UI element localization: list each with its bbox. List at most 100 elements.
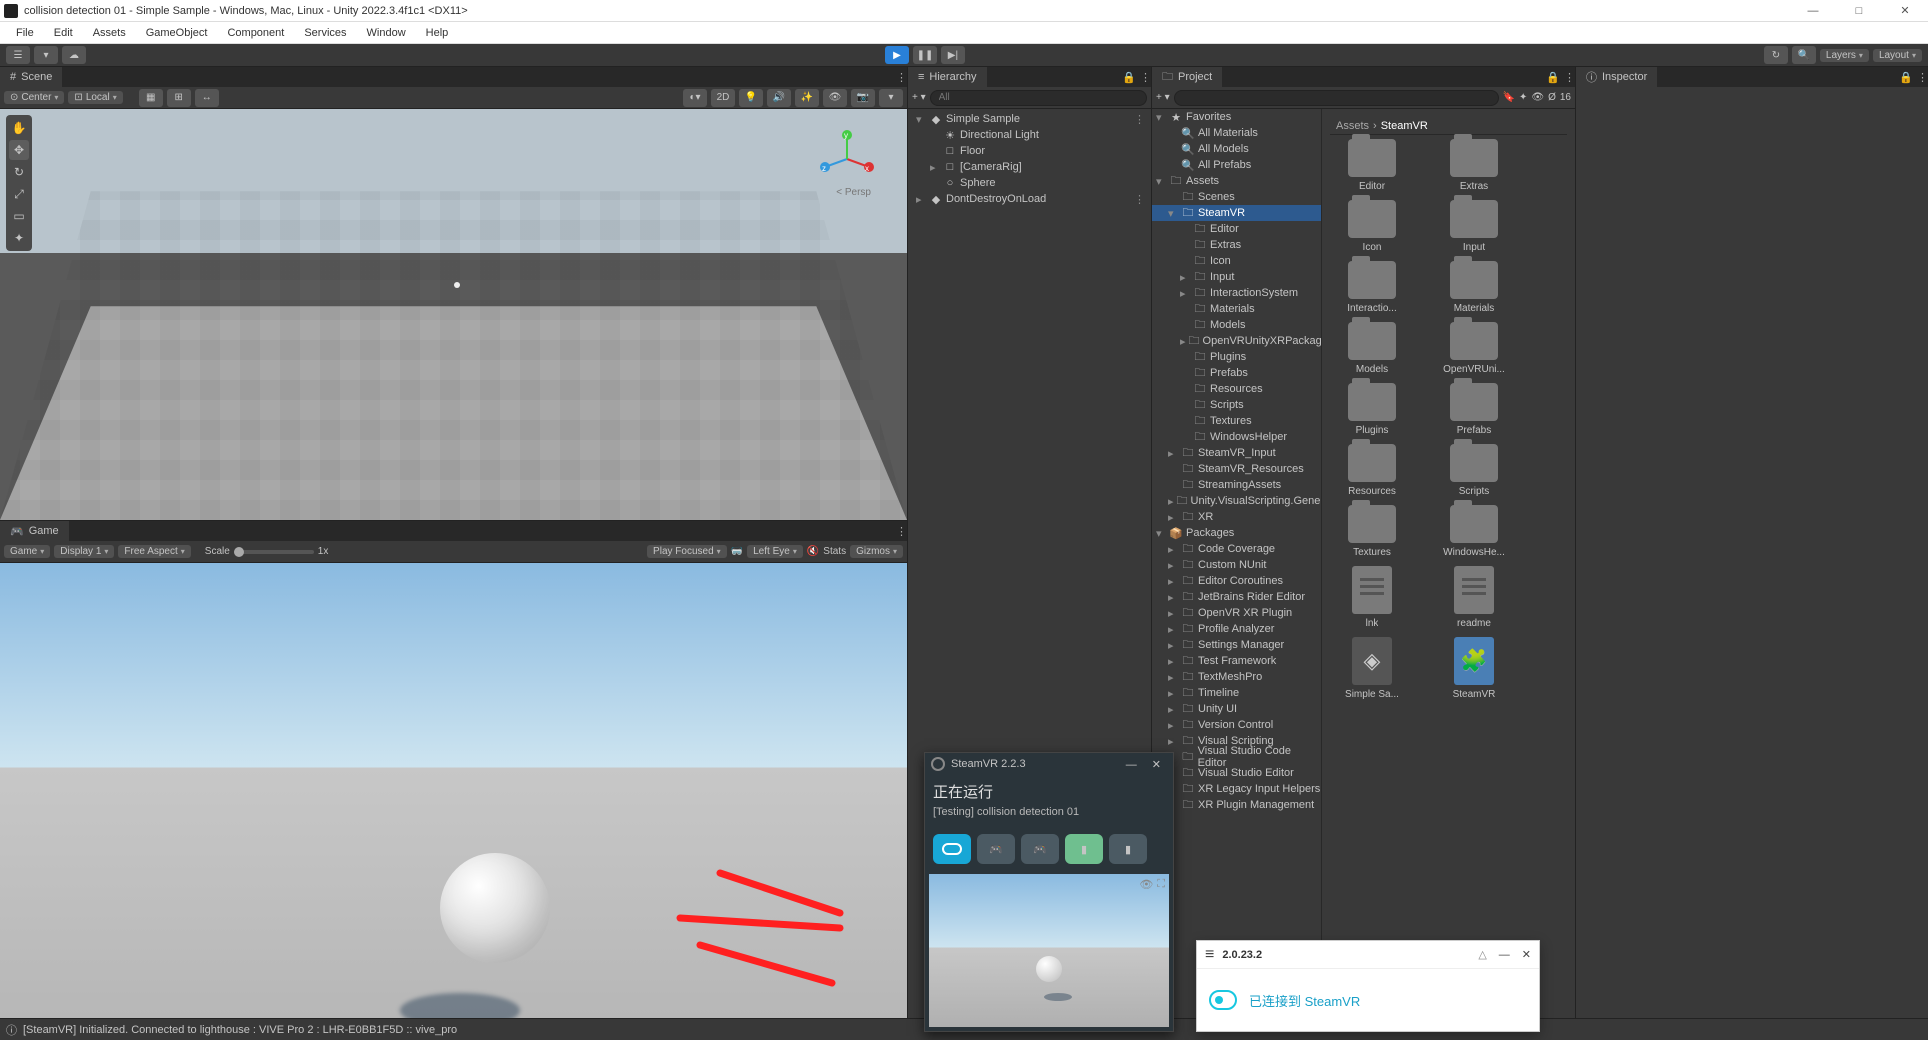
project-grid-item[interactable]: lnk <box>1330 566 1414 629</box>
tab-menu-icon[interactable]: ⋮ <box>1140 71 1151 84</box>
eye-icon[interactable]: 👁 <box>1531 92 1544 103</box>
persp-label[interactable]: < Persp <box>836 187 871 198</box>
close-button[interactable]: ✕ <box>1882 0 1928 22</box>
project-tree-item[interactable]: ▸🗀OpenVR XR Plugin <box>1152 605 1321 621</box>
aspect-dropdown[interactable]: Free Aspect <box>118 545 190 558</box>
hierarchy-search[interactable] <box>930 90 1147 106</box>
tab-menu-icon[interactable]: ⋮ <box>896 71 907 84</box>
project-tree-item[interactable]: ▸🗀Test Framework <box>1152 653 1321 669</box>
panel-lock-icon[interactable]: 🔒 <box>1122 71 1136 84</box>
project-tree-item[interactable]: 🗀Prefabs <box>1152 365 1321 381</box>
project-tree[interactable]: ▾★Favorites🔍All Materials🔍All Models🔍All… <box>1152 109 1322 1018</box>
hand-tool-icon[interactable]: ✋ <box>9 118 29 138</box>
scene-view[interactable]: ✋ ✥ ↻ ⤢ ▭ ✦ x z y <box>0 109 907 520</box>
menu-gameobject[interactable]: GameObject <box>136 25 218 41</box>
game-dropdown[interactable]: Game <box>4 545 50 558</box>
project-tree-item[interactable]: ▾📦Packages <box>1152 525 1321 541</box>
cloud-icon[interactable]: ☁ <box>62 46 86 64</box>
project-tree-item[interactable]: 🗀Editor <box>1152 221 1321 237</box>
pivot-dropdown[interactable]: ⊙Center <box>4 91 64 104</box>
project-grid-item[interactable]: Editor <box>1330 139 1414 192</box>
tab-scene[interactable]: # Scene <box>0 67 63 87</box>
project-tree-item[interactable]: 🗀Scripts <box>1152 397 1321 413</box>
project-grid-item[interactable]: ◈Simple Sa... <box>1330 637 1414 700</box>
hierarchy-item[interactable]: ○Sphere <box>908 175 1151 191</box>
account-icon[interactable]: ☰ <box>6 46 30 64</box>
snap-icon[interactable]: ⊞ <box>167 89 191 107</box>
vive-overlay[interactable]: ≡ 2.0.23.2 △ — ✕ 已连接到 SteamVR <box>1196 940 1540 1032</box>
project-tree-item[interactable]: ▾🗀Assets <box>1152 173 1321 189</box>
project-tree-item[interactable]: ▸🗀Unity.VisualScripting.Generated <box>1152 493 1321 509</box>
light-toggle[interactable]: 💡 <box>739 89 763 107</box>
minimize-button[interactable]: — <box>1790 0 1836 22</box>
project-tree-item[interactable]: ▸🗀Visual Studio Code Editor <box>1152 749 1321 765</box>
display-dropdown[interactable]: Display 1 <box>54 545 114 558</box>
filter-icon[interactable]: 🔖 <box>1503 92 1515 103</box>
create-dropdown[interactable]: + ▾ <box>912 92 926 103</box>
project-tree-item[interactable]: ▸🗀Editor Coroutines <box>1152 573 1321 589</box>
stats-button[interactable]: Stats <box>823 546 846 557</box>
2d-toggle[interactable]: 2D <box>711 89 735 107</box>
project-grid-item[interactable]: 🧩SteamVR <box>1432 637 1516 700</box>
shading-dropdown[interactable]: ◐▾ <box>683 89 707 107</box>
project-tree-item[interactable]: ▸🗀InteractionSystem <box>1152 285 1321 301</box>
project-tree-item[interactable]: ▸🗀SteamVR_Input <box>1152 445 1321 461</box>
project-search[interactable] <box>1174 90 1499 106</box>
transform-tool-icon[interactable]: ✦ <box>9 228 29 248</box>
project-tree-item[interactable]: ▸🗀XR Legacy Input Helpers <box>1152 781 1321 797</box>
project-tree-item[interactable]: ▸🗀Version Control <box>1152 717 1321 733</box>
project-grid-item[interactable]: Materials <box>1432 261 1516 314</box>
project-tree-item[interactable]: ▸🗀Code Coverage <box>1152 541 1321 557</box>
steamvr-close[interactable]: ✕ <box>1146 759 1167 771</box>
panel-lock-icon[interactable]: 🔒 <box>1546 71 1560 84</box>
vive-minimize[interactable]: — <box>1499 949 1510 961</box>
increment-icon[interactable]: ↔ <box>195 89 219 107</box>
tab-game[interactable]: 🎮 Game <box>0 521 70 541</box>
project-tree-item[interactable]: ▸🗀TextMeshPro <box>1152 669 1321 685</box>
menu-help[interactable]: Help <box>416 25 459 41</box>
pause-button[interactable]: ❚❚ <box>913 46 937 64</box>
project-grid-item[interactable]: Plugins <box>1330 383 1414 436</box>
hierarchy-item[interactable]: □Floor <box>908 143 1151 159</box>
layers-dropdown[interactable]: Layers <box>1820 49 1869 62</box>
controller-left-icon[interactable]: 🎮 <box>977 834 1015 864</box>
game-gizmos-dropdown[interactable]: Gizmos <box>850 545 903 558</box>
project-tree-item[interactable]: 🗀SteamVR_Resources <box>1152 461 1321 477</box>
tab-menu-icon[interactable]: ⋮ <box>896 525 907 538</box>
filter2-icon[interactable]: ✦ <box>1519 92 1527 103</box>
vive-close[interactable]: ✕ <box>1522 948 1531 961</box>
project-tree-item[interactable]: 🗀Icon <box>1152 253 1321 269</box>
project-tree-item[interactable]: ▸🗀OpenVRUnityXRPackage <box>1152 333 1321 349</box>
base-station2-icon[interactable]: ▮ <box>1109 834 1147 864</box>
project-tree-item[interactable]: ▾★Favorites <box>1152 109 1321 125</box>
services-icon[interactable]: ▾ <box>34 46 58 64</box>
menu-services[interactable]: Services <box>294 25 356 41</box>
tab-menu-icon[interactable]: ⋮ <box>1917 71 1928 84</box>
play-focused-dropdown[interactable]: Play Focused <box>647 545 727 558</box>
tab-project[interactable]: 🗀 Project <box>1152 67 1223 87</box>
project-tree-item[interactable]: ▸🗀Unity UI <box>1152 701 1321 717</box>
menu-component[interactable]: Component <box>217 25 294 41</box>
steamvr-overlay[interactable]: SteamVR 2.2.3 — ✕ 正在运行 [Testing] collisi… <box>924 752 1174 1032</box>
project-grid-item[interactable]: Extras <box>1432 139 1516 192</box>
project-grid-item[interactable]: Scripts <box>1432 444 1516 497</box>
steamvr-minimize[interactable]: — <box>1120 759 1143 771</box>
search-icon[interactable]: 🔍 <box>1792 46 1816 64</box>
project-tree-item[interactable]: ▾🗀SteamVR <box>1152 205 1321 221</box>
hidden-toggle[interactable]: 👁 <box>823 89 847 107</box>
hierarchy-item[interactable]: ☀Directional Light <box>908 127 1151 143</box>
breadcrumb-leaf[interactable]: SteamVR <box>1381 120 1428 132</box>
menu-window[interactable]: Window <box>357 25 416 41</box>
menu-edit[interactable]: Edit <box>44 25 83 41</box>
rotate-tool-icon[interactable]: ↻ <box>9 162 29 182</box>
breadcrumb-root[interactable]: Assets <box>1336 120 1369 132</box>
project-tree-item[interactable]: ▸🗀JetBrains Rider Editor <box>1152 589 1321 605</box>
project-grid-item[interactable]: WindowsHe... <box>1432 505 1516 558</box>
project-tree-item[interactable]: 🗀WindowsHelper <box>1152 429 1321 445</box>
game-view[interactable] <box>0 563 907 1018</box>
project-tree-item[interactable]: 🗀Models <box>1152 317 1321 333</box>
play-button[interactable]: ▶ <box>885 46 909 64</box>
hierarchy-item[interactable]: ▸◆DontDestroyOnLoad⋮ <box>908 191 1151 207</box>
tab-menu-icon[interactable]: ⋮ <box>1564 71 1575 84</box>
scale-slider[interactable] <box>234 550 314 554</box>
